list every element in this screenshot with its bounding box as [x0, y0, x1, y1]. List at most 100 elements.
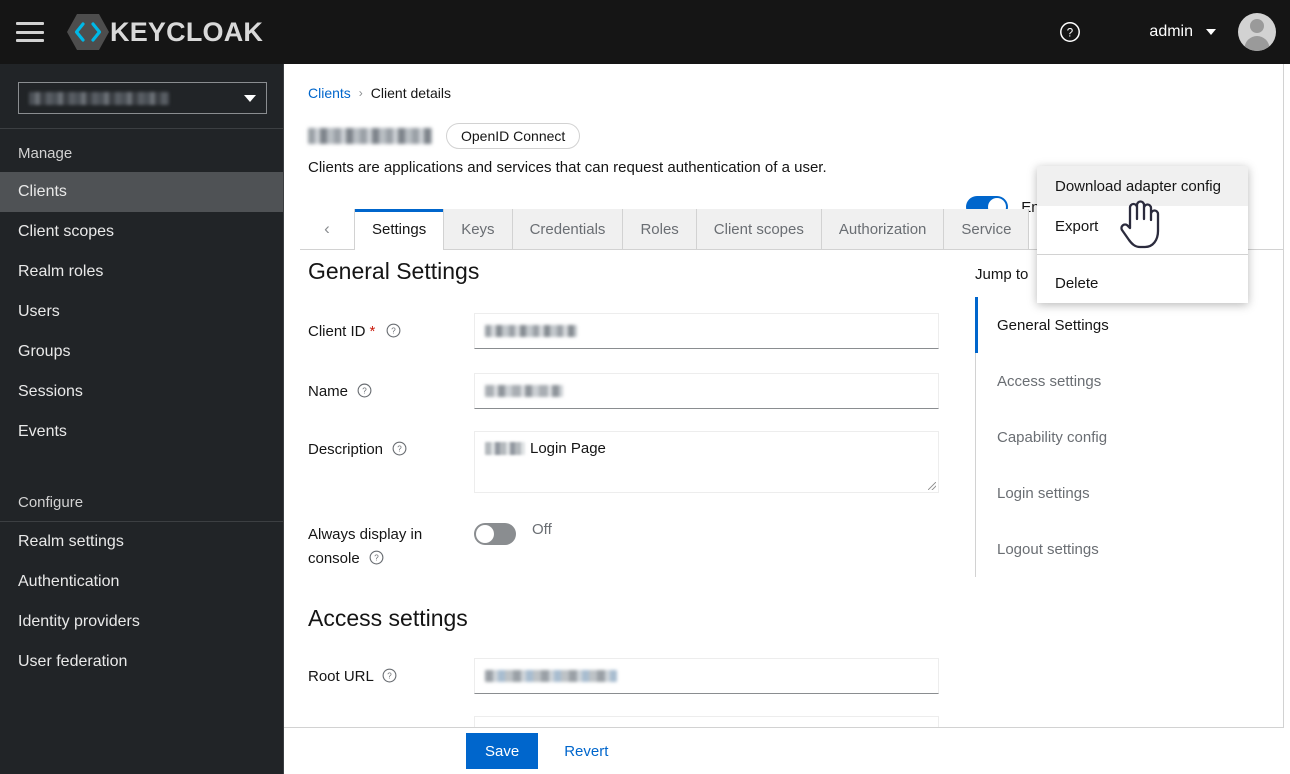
description-value-redacted	[485, 442, 525, 455]
question-circle-icon[interactable]: ?	[382, 323, 401, 340]
realm-selector[interactable]	[18, 82, 267, 114]
realm-name-redacted	[29, 91, 169, 105]
question-circle-icon[interactable]: ?	[387, 441, 407, 458]
svg-text:?: ?	[1067, 27, 1073, 39]
jump-item-logout-settings[interactable]: Logout settings	[976, 521, 1265, 577]
user-name-label[interactable]: admin	[1149, 23, 1193, 41]
sidebar-item-authentication[interactable]: Authentication	[0, 562, 283, 602]
always-display-state-text: Off	[532, 521, 552, 538]
client-id-input[interactable]	[474, 313, 939, 349]
sidebar-item-client-scopes[interactable]: Client scopes	[0, 212, 283, 252]
required-asterisk: *	[369, 323, 376, 340]
description-textarea[interactable]: Login Page	[474, 431, 939, 493]
tab-service[interactable]: Service	[944, 209, 1030, 249]
root-url-input[interactable]	[474, 658, 939, 694]
caret-down-icon[interactable]	[1206, 29, 1216, 35]
menu-divider	[1037, 254, 1248, 255]
caret-down-icon	[244, 94, 256, 102]
tab-client-scopes[interactable]: Client scopes	[696, 209, 822, 249]
jump-to-section-nav: Jump to General Settings Access settings…	[975, 266, 1265, 577]
brand-title: KEYCLOAK	[110, 16, 264, 47]
tab-credentials[interactable]: Credentials	[512, 209, 624, 249]
revert-button[interactable]: Revert	[564, 743, 608, 760]
tab-settings[interactable]: Settings	[355, 209, 445, 250]
tab-keys[interactable]: Keys	[444, 209, 513, 249]
sidebar-item-sessions[interactable]: Sessions	[0, 372, 283, 412]
jump-item-access-settings[interactable]: Access settings	[976, 353, 1265, 409]
sidebar-item-realm-roles[interactable]: Realm roles	[0, 252, 283, 292]
client-id-label: Client ID	[308, 323, 366, 340]
keycloak-logo[interactable]: KEYCLOAK	[66, 12, 263, 52]
name-input[interactable]	[474, 373, 939, 409]
sidebar-group-configure-title: Configure	[18, 494, 84, 511]
breadcrumb-separator-icon: ›	[358, 86, 363, 100]
name-value-redacted	[485, 385, 563, 397]
jump-item-capability-config[interactable]: Capability config	[976, 409, 1265, 465]
client-name-redacted	[308, 128, 432, 144]
field-label-wrapper: Description ?	[308, 431, 474, 493]
question-circle-icon[interactable]: ?	[377, 668, 397, 685]
sidebar-item-user-federation[interactable]: User federation	[0, 642, 283, 682]
keycloak-mark-icon	[66, 12, 110, 52]
field-description: Description ? Login Page	[308, 431, 948, 493]
svg-text:?: ?	[374, 554, 379, 563]
name-label: Name	[308, 383, 349, 400]
root-url-label: Root URL	[308, 668, 374, 685]
jump-to-list: General Settings Access settings Capabil…	[975, 297, 1265, 577]
sidebar-item-users[interactable]: Users	[0, 292, 283, 332]
sidebar-item-realm-settings[interactable]: Realm settings	[0, 522, 283, 562]
user-avatar-icon[interactable]	[1238, 13, 1276, 51]
breadcrumb: Clients › Client details	[284, 64, 1283, 101]
svg-text:?: ?	[391, 327, 396, 336]
sidebar-item-groups[interactable]: Groups	[0, 332, 283, 372]
question-circle-icon[interactable]: ?	[364, 550, 384, 567]
svg-text:?: ?	[362, 387, 367, 396]
description-value-text: Login Page	[530, 440, 606, 457]
menu-item-export[interactable]: Export	[1037, 206, 1248, 246]
keycloak-admin-console: KEYCLOAK ? admin Manage Clients Client s…	[0, 0, 1290, 774]
field-control: Off	[474, 521, 948, 571]
jump-item-general-settings[interactable]: General Settings	[975, 297, 1265, 353]
field-control	[474, 658, 948, 694]
menu-item-download-adapter-config[interactable]: Download adapter config	[1037, 166, 1248, 206]
question-circle-icon[interactable]: ?	[1053, 15, 1087, 49]
jump-item-login-settings[interactable]: Login settings	[976, 465, 1265, 521]
field-label-wrapper: Root URL ?	[308, 658, 474, 694]
svg-text:?: ?	[397, 445, 402, 454]
save-button[interactable]: Save	[466, 733, 539, 769]
sidebar: Manage Clients Client scopes Realm roles…	[0, 64, 284, 774]
always-display-label-line1: Always display in	[308, 526, 423, 543]
right-edge-pane	[1284, 64, 1290, 774]
action-dropdown-menu: Download adapter config Export Delete	[1037, 166, 1248, 303]
tab-roles[interactable]: Roles	[623, 209, 697, 249]
form-action-bar: Save Revert	[284, 727, 1284, 774]
masthead: KEYCLOAK ? admin	[0, 0, 1290, 64]
sidebar-group-manage-title: Manage	[18, 145, 73, 162]
field-client-id: Client ID * ?	[308, 313, 948, 349]
realm-selector-wrapper	[0, 64, 283, 128]
tab-authorization[interactable]: Authorization	[821, 209, 945, 249]
page-title-row: OpenID Connect	[284, 101, 1283, 149]
sidebar-item-identity-providers[interactable]: Identity providers	[0, 602, 283, 642]
field-control	[474, 373, 948, 409]
field-label-wrapper: Always display in console ?	[308, 521, 474, 571]
sidebar-item-events[interactable]: Events	[0, 412, 283, 452]
main-content: Clients › Client details OpenID Connect …	[284, 64, 1284, 774]
breadcrumb-current: Client details	[370, 85, 451, 101]
hamburger-menu-icon[interactable]	[16, 22, 44, 42]
sidebar-item-clients[interactable]: Clients	[0, 172, 283, 212]
menu-item-delete[interactable]: Delete	[1037, 263, 1248, 303]
settings-form: General Settings Client ID * ? Name ? De…	[308, 258, 948, 760]
field-always-display-in-console: Always display in console ? Off	[308, 521, 948, 571]
svg-text:?: ?	[388, 672, 393, 681]
field-label-wrapper: Client ID * ?	[308, 313, 474, 349]
always-display-toggle[interactable]	[474, 523, 516, 545]
chevron-left-icon[interactable]: ‹	[300, 209, 355, 249]
client-id-value-redacted	[485, 325, 577, 337]
protocol-badge: OpenID Connect	[446, 123, 581, 149]
field-root-url: Root URL ?	[308, 658, 948, 694]
question-circle-icon[interactable]: ?	[352, 383, 372, 400]
breadcrumb-clients-link[interactable]: Clients	[308, 85, 351, 101]
field-control	[474, 313, 948, 349]
